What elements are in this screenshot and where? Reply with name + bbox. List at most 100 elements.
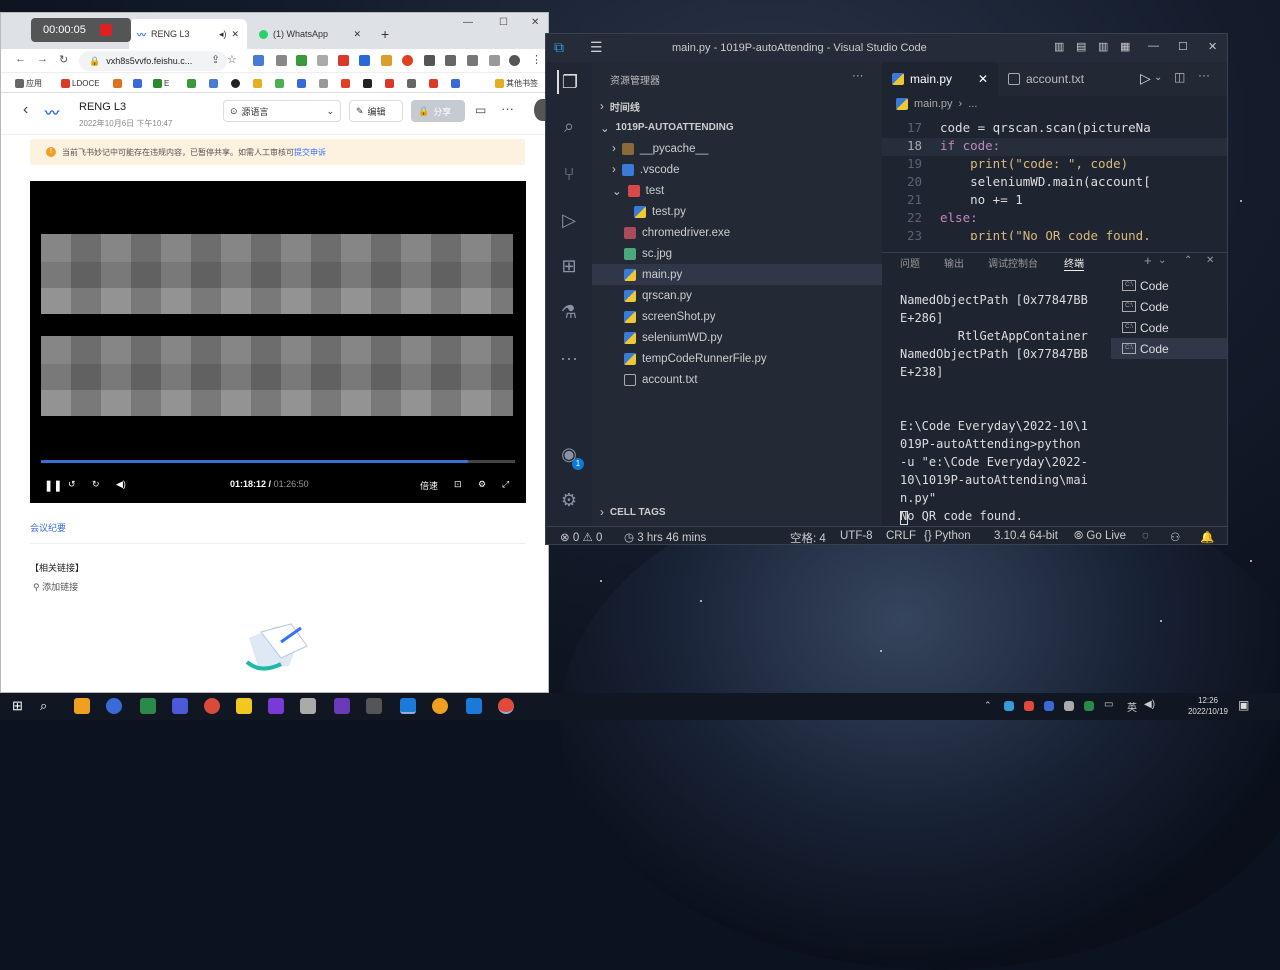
tree-item-main-py[interactable]: main.py xyxy=(592,264,882,285)
forward-icon[interactable]: ↻ xyxy=(92,479,100,490)
tab-output[interactable]: 输出 xyxy=(944,255,964,270)
language-select[interactable]: ⊙ 源语言 ⌄ xyxy=(223,100,341,122)
bookmark-icon-14[interactable] xyxy=(429,78,438,88)
tree-item-test[interactable]: ⌄ test xyxy=(592,180,882,201)
run-debug-icon[interactable]: ▷ xyxy=(557,208,581,232)
chrome-taskbar-icon[interactable] xyxy=(498,698,514,714)
extensions-icon[interactable]: ⊞ xyxy=(557,254,581,278)
taskbar-app-icon[interactable] xyxy=(74,698,90,714)
tree-item-seleniumwd-py[interactable]: seleniumWD.py xyxy=(592,327,882,348)
go-live-status[interactable]: ⦾ Go Live xyxy=(1074,530,1126,543)
speaker-icon[interactable]: ◂) xyxy=(219,29,227,40)
bookmark-icon-5[interactable] xyxy=(231,78,240,88)
indentation-status[interactable]: 空格: 4 xyxy=(790,530,826,544)
forward-icon[interactable]: → xyxy=(37,53,48,65)
video-progress-bar[interactable] xyxy=(41,460,515,463)
bookmark-apps[interactable]: 应用 xyxy=(15,78,42,88)
layout-icon[interactable]: ▦ xyxy=(1120,40,1130,53)
language-status[interactable]: {} Python xyxy=(924,530,971,542)
timeline-section[interactable]: › 时间线 xyxy=(592,96,882,117)
bookmark-icon-6[interactable] xyxy=(253,78,262,88)
bookmark-icon-13[interactable] xyxy=(407,78,416,88)
bookmark-icon-4[interactable] xyxy=(209,78,218,88)
maximize-icon[interactable]: ☐ xyxy=(499,17,508,28)
code-line[interactable]: 17 code = qrscan.scan(pictureNa xyxy=(882,120,1227,138)
bookmark-icon-2[interactable] xyxy=(133,78,142,88)
taskbar-app-icon[interactable] xyxy=(268,698,284,714)
more-actions-icon[interactable]: ··· xyxy=(1198,68,1210,82)
search-icon[interactable]: ⌕ xyxy=(40,698,56,714)
search-icon[interactable]: ⌕ xyxy=(557,114,581,138)
minimize-icon[interactable]: — xyxy=(1148,40,1159,52)
settings-icon[interactable]: ⚙ xyxy=(478,479,486,490)
time-tracker-status[interactable]: ◷ 3 hrs 46 mins xyxy=(624,530,706,544)
code-line[interactable]: 18 if code: xyxy=(882,138,1227,156)
toggle-sidebar-icon[interactable]: ▥ xyxy=(1054,40,1064,53)
stop-record-icon[interactable] xyxy=(99,24,112,36)
code-line[interactable]: 21 no += 1 xyxy=(882,192,1227,210)
source-control-icon[interactable]: ⑂ xyxy=(557,162,581,186)
tree-item-account-txt[interactable]: account.txt xyxy=(592,369,882,390)
system-clock[interactable]: 12:26 2022/10/19 xyxy=(1188,695,1228,717)
taskbar-app-icon[interactable] xyxy=(466,698,482,714)
extension-icon[interactable] xyxy=(253,55,264,66)
code-line[interactable]: 19 print("code: ", code) xyxy=(882,156,1227,174)
extension-icon[interactable] xyxy=(424,55,435,66)
notifications-icon[interactable]: 🔔 xyxy=(1200,530,1214,544)
speed-button[interactable]: 倍速 xyxy=(420,479,438,492)
split-editor-icon[interactable]: ◫ xyxy=(1174,70,1185,84)
bookmark-star-icon[interactable]: ☆ xyxy=(227,53,237,66)
extension-icon[interactable] xyxy=(359,55,370,66)
more-actions-icon[interactable]: ··· xyxy=(852,70,864,82)
puzzle-icon[interactable] xyxy=(445,55,456,66)
interpreter-status[interactable]: 3.10.4 64-bit xyxy=(994,530,1058,542)
test-icon[interactable]: ⚗ xyxy=(557,300,581,324)
extension-icon[interactable] xyxy=(296,55,307,66)
tree-item-sc-jpg[interactable]: sc.jpg xyxy=(592,243,882,264)
bookmark-icon-3[interactable] xyxy=(187,78,196,88)
present-icon[interactable]: ▭ xyxy=(475,103,486,117)
maximize-panel-icon[interactable]: ⌃ xyxy=(1184,255,1192,266)
extension-icon[interactable] xyxy=(276,55,287,66)
edit-button[interactable]: ✎ 编辑 xyxy=(349,100,403,122)
recording-badge[interactable]: 00:00:05 xyxy=(31,18,131,42)
tab-account-txt[interactable]: account.txt xyxy=(998,62,1122,96)
extension-icon[interactable] xyxy=(381,55,392,66)
ime-indicator[interactable]: 英 xyxy=(1127,699,1137,714)
extension-icon[interactable] xyxy=(402,55,413,66)
tree-item-pycache[interactable]: › __pycache__ xyxy=(592,138,882,159)
new-tab-button[interactable]: + xyxy=(373,19,397,49)
reload-icon[interactable]: ↻ xyxy=(59,53,68,66)
close-icon[interactable]: ✕ xyxy=(353,29,361,40)
eol-status[interactable]: CRLF xyxy=(886,530,916,542)
tray-icon[interactable] xyxy=(1064,701,1074,711)
tray-icon[interactable] xyxy=(1044,701,1054,711)
breadcrumb-symbol[interactable]: ... xyxy=(968,98,977,110)
sidepanel-icon[interactable] xyxy=(489,55,500,66)
tab-debug-console[interactable]: 调试控制台 xyxy=(988,255,1038,270)
bookmark-icon-1[interactable] xyxy=(113,78,122,88)
close-icon[interactable]: ✕ xyxy=(978,72,988,86)
extension-icon[interactable] xyxy=(338,55,349,66)
terminal-list-item[interactable]: C:\ Code xyxy=(1111,317,1227,338)
code-line[interactable]: 22 else: xyxy=(882,210,1227,228)
taskbar-app-icon[interactable] xyxy=(300,698,316,714)
menu-icon[interactable]: ⋮ xyxy=(531,53,542,66)
media-icon[interactable] xyxy=(467,55,478,66)
bookmark-icon-8[interactable] xyxy=(297,78,306,88)
share-icon[interactable]: ⇪ xyxy=(211,53,220,66)
toggle-secondary-sidebar-icon[interactable]: ▥ xyxy=(1098,40,1108,53)
breadcrumb-file[interactable]: main.py xyxy=(914,98,953,110)
extension-icon[interactable] xyxy=(317,55,328,66)
tray-overflow-icon[interactable]: ⌃ xyxy=(984,700,992,711)
bookmark-e[interactable]: E xyxy=(153,78,169,88)
tab-whatsapp[interactable]: (1) WhatsApp ✕ xyxy=(251,19,369,49)
pause-icon[interactable]: ❚❚ xyxy=(44,479,62,492)
problems-status[interactable]: ⊗ 0 ⚠ 0 xyxy=(560,530,602,544)
maximize-icon[interactable]: ☐ xyxy=(1178,40,1188,53)
tree-item-qrscan-py[interactable]: qrscan.py xyxy=(592,285,882,306)
bookmark-icon-10[interactable] xyxy=(341,78,350,88)
more-icon[interactable]: ··· xyxy=(501,101,514,116)
tab-terminal[interactable]: 终端 xyxy=(1064,255,1084,271)
windows-start-icon[interactable]: ⊞ xyxy=(12,698,28,714)
